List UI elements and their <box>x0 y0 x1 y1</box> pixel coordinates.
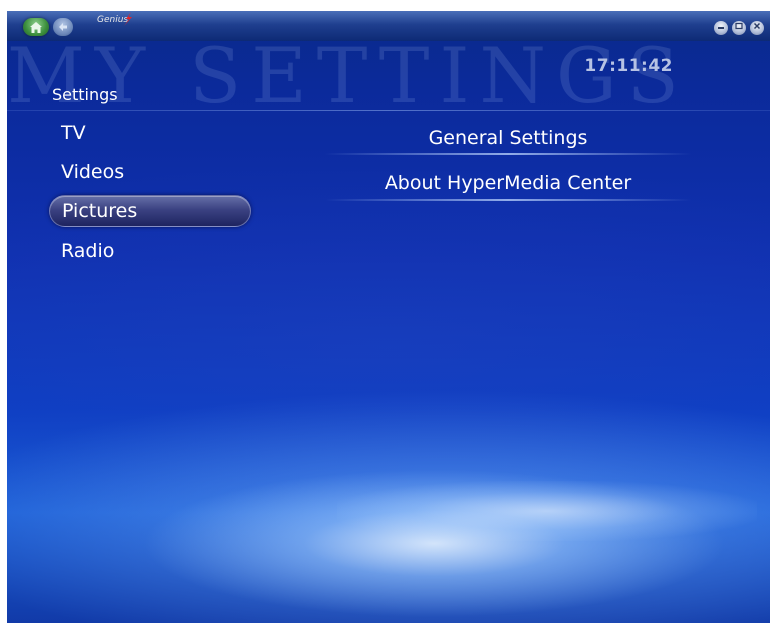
back-arrow-icon <box>59 23 67 31</box>
menu-item-label: About HyperMedia Center <box>384 172 632 194</box>
sidebar-item-label: Pictures <box>62 200 138 222</box>
restore-button[interactable] <box>732 21 746 35</box>
home-icon <box>30 21 42 33</box>
sidebar-item-videos[interactable]: Videos <box>49 156 251 188</box>
close-icon <box>753 22 761 30</box>
close-button[interactable] <box>750 21 764 35</box>
menu-divider <box>325 153 691 155</box>
clock: 17:11:42 <box>584 56 673 76</box>
menu-item-label: General Settings <box>428 127 588 149</box>
page-title: Settings <box>52 85 118 104</box>
sidebar-item-tv[interactable]: TV <box>49 117 251 149</box>
sidebar-item-pictures[interactable]: Pictures <box>49 195 251 227</box>
sidebar-item-label: Radio <box>61 240 115 262</box>
minimize-button[interactable] <box>714 21 728 35</box>
home-button[interactable] <box>23 18 49 36</box>
brand-mark-icon <box>124 12 132 26</box>
background-title: MY SETTINGS <box>7 31 689 120</box>
sidebar-item-label: TV <box>61 122 86 144</box>
sidebar-item-label: Videos <box>61 161 125 183</box>
sidebar-item-radio[interactable]: Radio <box>49 235 251 267</box>
title-bar: Genius <box>7 11 770 41</box>
menu-divider <box>325 199 691 201</box>
media-center-window: MY SETTINGS Genius 17:11:42 Settings TV … <box>7 11 770 623</box>
general-settings-item[interactable]: General Settings <box>323 122 693 154</box>
minimize-icon <box>718 27 724 29</box>
about-hypermedia-item[interactable]: About HyperMedia Center <box>323 167 693 199</box>
restore-icon <box>735 22 743 30</box>
header-divider <box>7 110 770 111</box>
back-button[interactable] <box>53 18 73 36</box>
background-glow <box>337 481 757 541</box>
